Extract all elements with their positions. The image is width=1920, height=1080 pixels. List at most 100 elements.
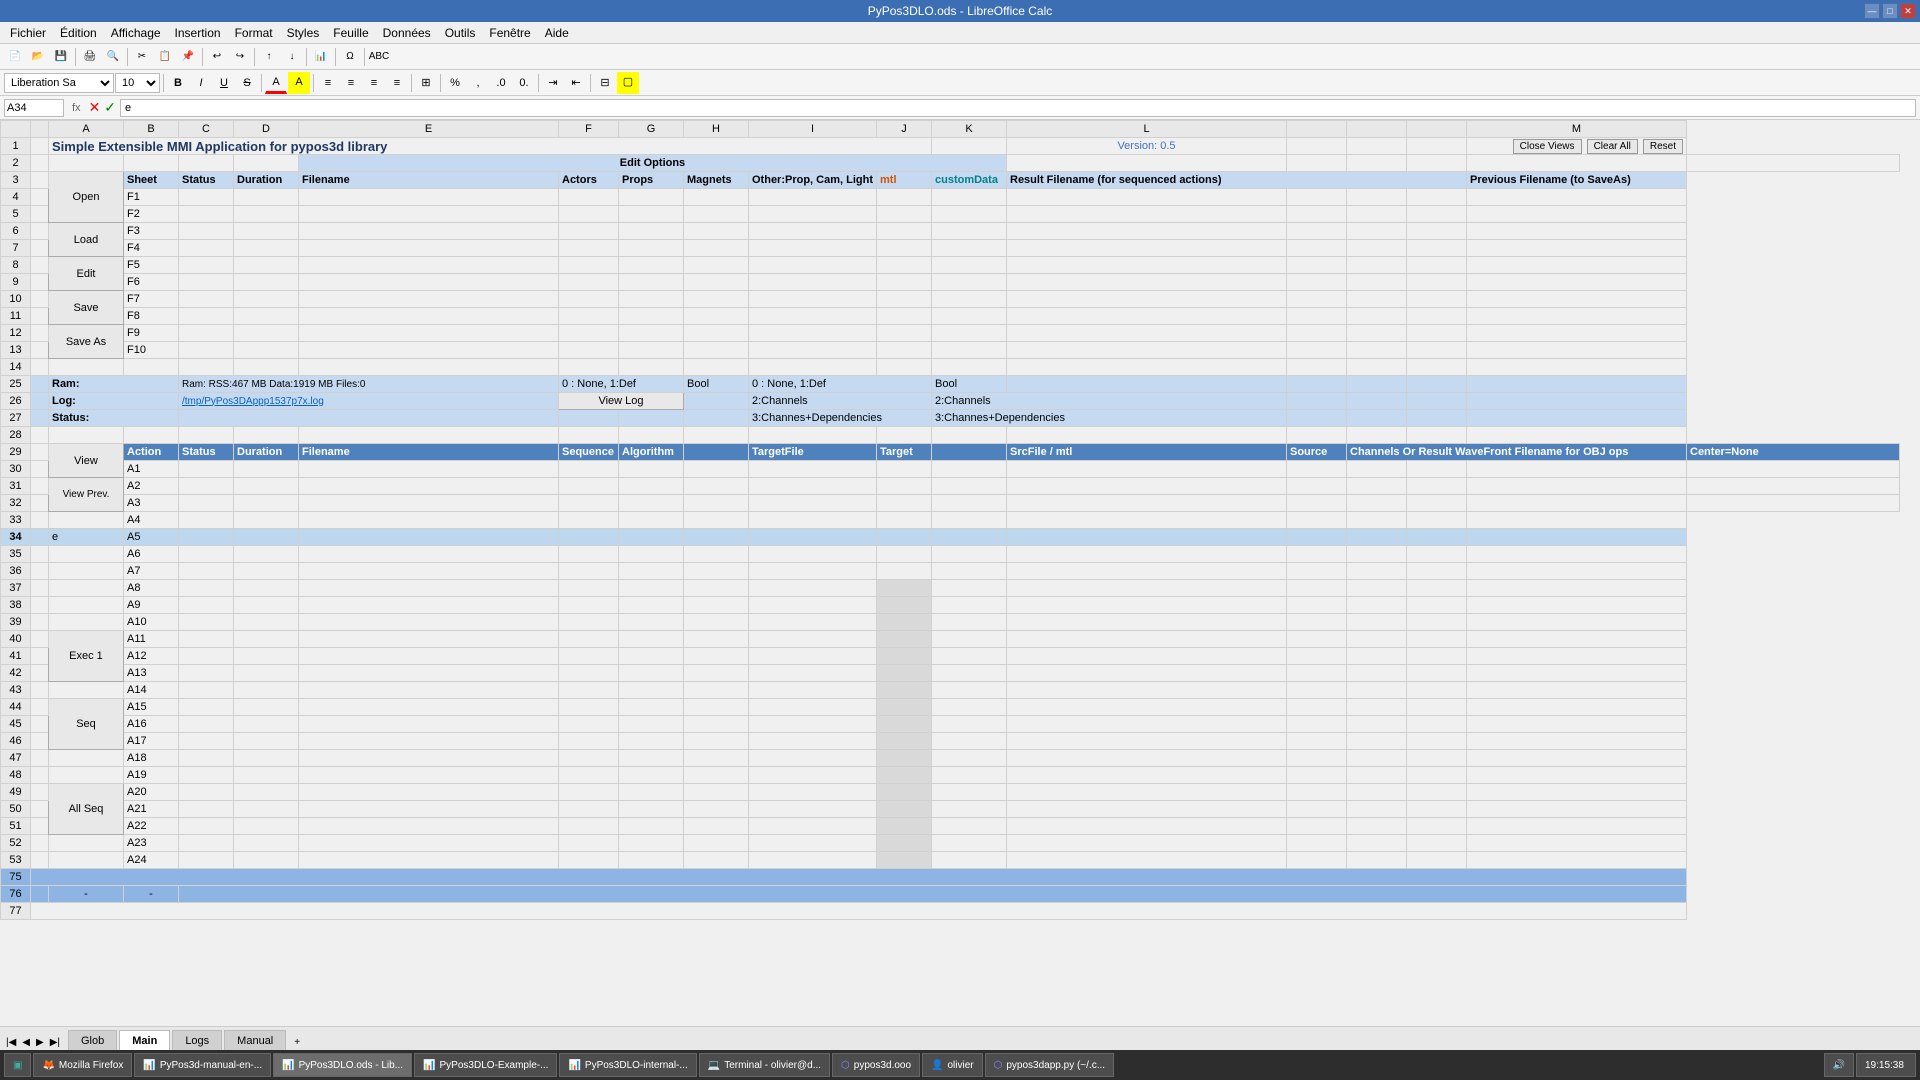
window-controls[interactable]: — □ ✕: [1864, 3, 1916, 19]
menu-format[interactable]: Format: [229, 24, 279, 42]
taskbar-pypos[interactable]: ⬡ pypos3d.ooo: [832, 1053, 920, 1077]
viewprev-btn-cell[interactable]: View Prev.: [49, 478, 124, 512]
border-btn[interactable]: ⊟: [594, 72, 616, 94]
other-cell[interactable]: [749, 189, 877, 206]
tab-logs[interactable]: Logs: [172, 1030, 222, 1050]
menu-fichier[interactable]: Fichier: [4, 24, 52, 42]
taskbar-speaker[interactable]: 🔊: [1824, 1053, 1854, 1077]
cell-reference[interactable]: [4, 99, 64, 117]
tab-prev-btn[interactable]: ◀: [20, 1035, 32, 1050]
open-btn-cell[interactable]: Open: [49, 172, 124, 223]
col-E[interactable]: E: [299, 121, 559, 138]
col-L3[interactable]: [1347, 121, 1407, 138]
sheet-container[interactable]: A B C D E F G H I J K L M 1: [0, 120, 1920, 1026]
col-I[interactable]: I: [749, 121, 877, 138]
col-K[interactable]: K: [932, 121, 1007, 138]
menu-outils[interactable]: Outils: [439, 24, 482, 42]
tab-next-btn[interactable]: ▶: [34, 1035, 46, 1050]
merge-btn[interactable]: ⊞: [415, 72, 437, 94]
props-cell[interactable]: [619, 189, 684, 206]
menu-styles[interactable]: Styles: [281, 24, 326, 42]
taskbar-calc-1[interactable]: 📊 PyPos3d-manual-en-...: [134, 1053, 271, 1077]
selected-cell-a34[interactable]: e: [49, 529, 124, 546]
col-B[interactable]: B: [124, 121, 179, 138]
col-A[interactable]: A: [49, 121, 124, 138]
col-L[interactable]: L: [1007, 121, 1287, 138]
saveas-btn-cell[interactable]: Save As: [49, 325, 124, 359]
italic-btn[interactable]: I: [190, 72, 212, 94]
formula-cancel[interactable]: ✕: [89, 99, 101, 116]
view-log-btn-cell[interactable]: View Log: [559, 393, 684, 410]
taskbar-calc-3[interactable]: 📊 PyPos3DLO-Example-...: [414, 1053, 557, 1077]
menu-donnees[interactable]: Données: [377, 24, 437, 42]
font-color-btn[interactable]: A: [265, 72, 287, 94]
exec1-btn-cell[interactable]: Exec 1: [49, 631, 124, 682]
view-btn-cell[interactable]: View: [49, 444, 124, 478]
dec-inc-btn[interactable]: .0: [490, 72, 512, 94]
strikethrough-btn[interactable]: S: [236, 72, 258, 94]
formula-confirm[interactable]: ✓: [104, 99, 116, 116]
cut-btn[interactable]: ✂: [131, 46, 153, 68]
custom-cell[interactable]: [932, 189, 1007, 206]
taskbar-start[interactable]: ▣: [4, 1053, 31, 1077]
percent-btn[interactable]: %: [444, 72, 466, 94]
taskbar-olivier[interactable]: 👤 olivier: [922, 1053, 983, 1077]
col-D[interactable]: D: [234, 121, 299, 138]
menu-insertion[interactable]: Insertion: [169, 24, 227, 42]
sheet-cell[interactable]: F2: [124, 206, 179, 223]
underline-btn[interactable]: U: [213, 72, 235, 94]
align-center-btn[interactable]: ≡: [340, 72, 362, 94]
status-cell[interactable]: [179, 189, 234, 206]
actors-cell[interactable]: [559, 189, 619, 206]
clear-all-btn[interactable]: Clear All: [1587, 139, 1638, 154]
maximize-btn[interactable]: □: [1882, 3, 1898, 19]
col-C[interactable]: C: [179, 121, 234, 138]
menu-feuille[interactable]: Feuille: [327, 24, 374, 42]
bold-btn[interactable]: B: [167, 72, 189, 94]
chart-btn[interactable]: 📊: [310, 46, 332, 68]
sheet-cell[interactable]: F1: [124, 189, 179, 206]
r2[interactable]: [1287, 189, 1347, 206]
align-left-btn[interactable]: ≡: [317, 72, 339, 94]
align-justify-btn[interactable]: ≡: [386, 72, 408, 94]
open-btn[interactable]: 📂: [27, 46, 49, 68]
col-H[interactable]: H: [684, 121, 749, 138]
bg-color-btn[interactable]: ▢: [617, 72, 639, 94]
fx-icon[interactable]: fx: [68, 102, 85, 114]
font-name-select[interactable]: Liberation Sa: [4, 73, 114, 93]
dec-dec-btn[interactable]: 0.: [513, 72, 535, 94]
magnets-cell[interactable]: [684, 189, 749, 206]
print-preview-btn[interactable]: 🔍: [102, 46, 124, 68]
special-char-btn[interactable]: Ω: [339, 46, 361, 68]
col-L4[interactable]: [1407, 121, 1467, 138]
tab-manual[interactable]: Manual: [224, 1030, 286, 1050]
sort-asc-btn[interactable]: ↑: [258, 46, 280, 68]
r4[interactable]: [1407, 189, 1467, 206]
prev-cell[interactable]: [1467, 189, 1687, 206]
copy-btn[interactable]: 📋: [154, 46, 176, 68]
formula-input[interactable]: [120, 99, 1916, 117]
undo-btn[interactable]: ↩: [206, 46, 228, 68]
reset-btn[interactable]: Reset: [1643, 139, 1683, 154]
col-G[interactable]: G: [619, 121, 684, 138]
allseq-btn-cell[interactable]: All Seq: [49, 784, 124, 835]
tab-add-btn[interactable]: +: [292, 1035, 302, 1050]
save-btn[interactable]: 💾: [50, 46, 72, 68]
log-value[interactable]: /tmp/PyPos3DAppp1537p7x.log: [179, 393, 559, 410]
new-btn[interactable]: 📄: [4, 46, 26, 68]
menu-fenetre[interactable]: Fenêtre: [483, 24, 536, 42]
tab-first-btn[interactable]: |◀: [4, 1035, 18, 1050]
taskbar-calc-4[interactable]: 📊 PyPos3DLO-internal-...: [559, 1053, 696, 1077]
highlight-btn[interactable]: A: [288, 72, 310, 94]
taskbar-calc-2[interactable]: 📊 PyPos3DLO.ods - Lib...: [273, 1053, 412, 1077]
paste-btn[interactable]: 📌: [177, 46, 199, 68]
minimize-btn[interactable]: —: [1864, 3, 1880, 19]
font-size-select[interactable]: 10: [115, 73, 160, 93]
menu-edition[interactable]: Édition: [54, 24, 103, 42]
close-btn[interactable]: ✕: [1900, 3, 1916, 19]
col-L2[interactable]: [1287, 121, 1347, 138]
taskbar-firefox[interactable]: 🦊 Mozilla Firefox: [33, 1053, 132, 1077]
align-right-btn[interactable]: ≡: [363, 72, 385, 94]
save-btn-cell[interactable]: Save: [49, 291, 124, 325]
close-views-btn[interactable]: Close Views: [1513, 139, 1582, 154]
